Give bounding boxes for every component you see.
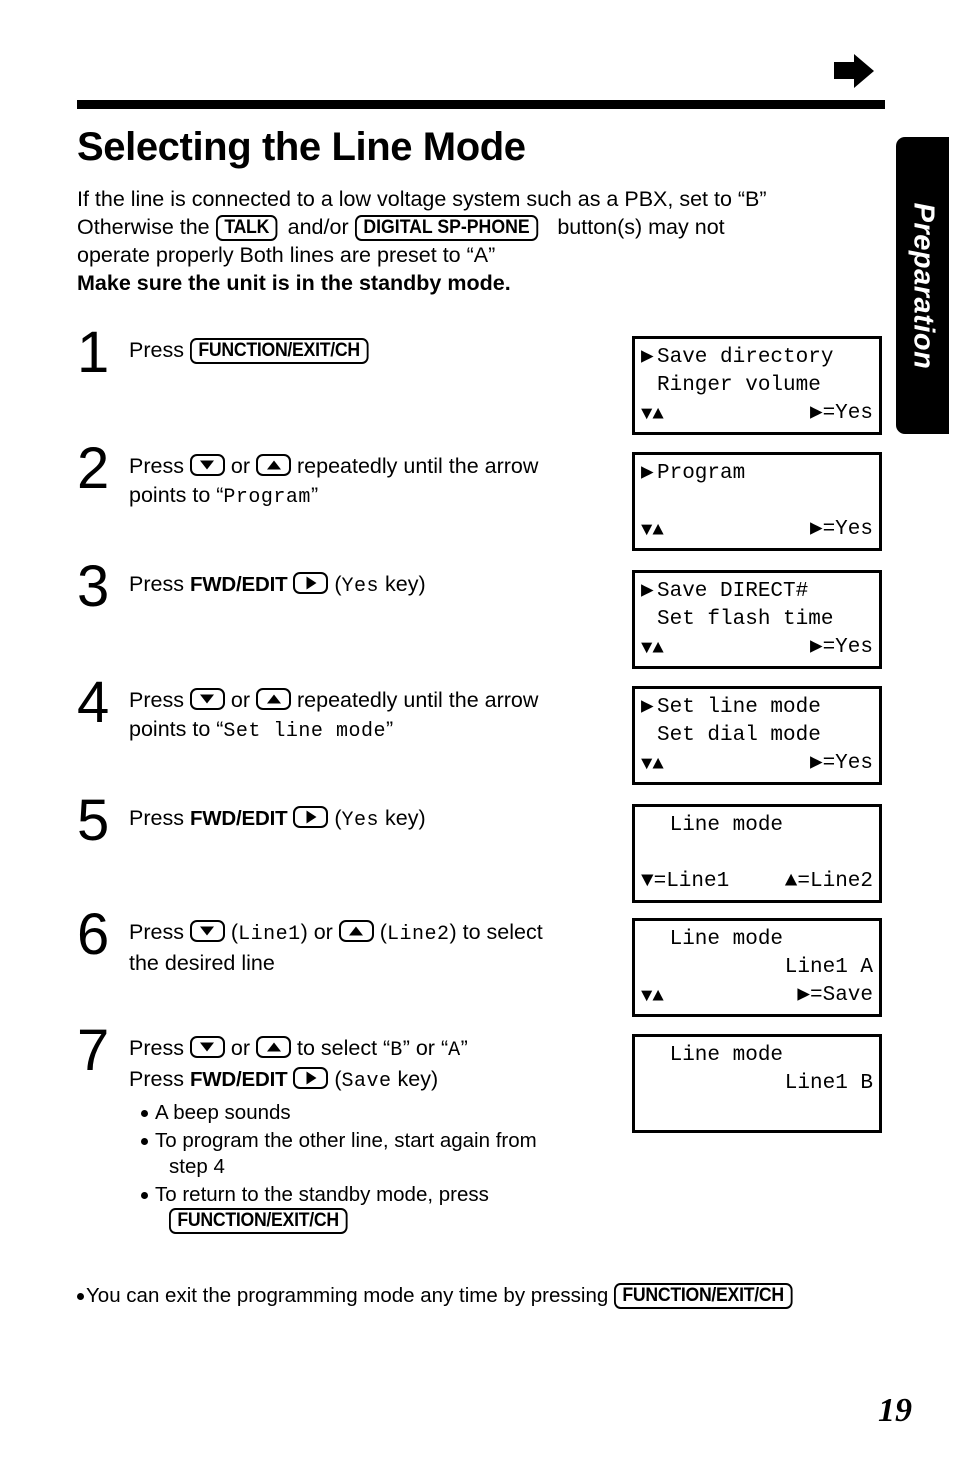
display-line2-hint: ▲=Line2 [784,870,873,893]
display-cursor-arrow-icon: ▶ [641,462,654,485]
display-cursor-arrow-icon: ▶ [641,696,654,719]
display-cursor-arrow-icon: ▶ [641,580,654,603]
display-step-1: ▶ Save directory Ringer volume ▼▲ ▶=Yes [632,336,882,435]
page-title: Selecting the Line Mode [77,125,526,169]
step-number: 3 [77,554,110,619]
display-current-value: Line1 B [784,1072,873,1095]
step-3: 3 Press FWD/EDIT (Yes key) [77,558,622,616]
step-1: 1 Press FUNCTION/EXIT/CH [77,324,622,382]
step-text: Press or to select “B” or “A” Press FWD/… [129,1034,622,1235]
header-rule [77,100,885,109]
step-number: 7 [77,1018,110,1083]
yes-key-label: Yes [341,809,380,832]
list-item: To return to the standby mode, press FUN… [141,1182,622,1235]
right-arrow-key[interactable] [293,806,329,828]
display-updown-icon: ▼▲ [641,753,664,775]
right-arrow-key[interactable] [293,1067,329,1089]
display-yes-hint: ▶=Yes [809,518,873,541]
line1-label: Line1 [238,923,301,946]
up-arrow-key[interactable] [256,688,292,710]
mode-a-label: A [448,1039,461,1062]
step-6: 6 Press (Line1) or (Line2) to select the… [77,906,622,978]
display-step-3: ▶ Save DIRECT# Set flash time ▼▲ ▶=Yes [632,570,882,669]
down-arrow-key[interactable] [189,688,225,710]
up-arrow-key[interactable] [338,920,374,942]
yes-key-label: Yes [341,575,380,598]
step-text: Press (Line1) or (Line2) to select the d… [129,920,543,975]
step-number: 1 [77,320,110,385]
display-step-2: ▶ Program ▼▲ ▶=Yes [632,452,882,551]
function-exit-ch-button-keycap[interactable]: FUNCTION/EXIT/CH [169,1208,348,1234]
fwd-edit-label: FWD/EDIT [189,807,288,830]
step-7-notes: A beep sounds To program the other line,… [141,1100,622,1235]
display-updown-icon: ▼▲ [641,637,664,659]
step-number: 6 [77,902,110,967]
right-arrow-key[interactable] [293,572,329,594]
display-cursor-arrow-icon: ▶ [641,346,654,369]
step-text: Press or repeatedly until the arrow poin… [129,688,539,743]
bullet-dot-icon [141,1110,148,1117]
digital-sp-phone-button-keycap[interactable]: DIGITAL SP-PHONE [354,215,538,241]
bullet-dot-icon [141,1137,148,1145]
display-line1-hint: ▼=Line1 [641,870,730,893]
bullet-dot-icon [77,1293,84,1300]
up-arrow-key[interactable] [256,454,292,476]
fwd-edit-label: FWD/EDIT [189,573,288,596]
function-exit-ch-button-keycap[interactable]: FUNCTION/EXIT/CH [189,338,369,364]
down-arrow-key[interactable] [189,1036,225,1058]
right-arrow-marker-icon [832,52,876,90]
up-arrow-key[interactable] [256,1036,292,1058]
intro-line-3: operate properly Both lines are preset t… [77,243,496,267]
display-save-hint: ▶=Save [797,984,873,1007]
list-item: To program the other line, start again f… [141,1128,622,1181]
bullet-dot-icon [141,1191,148,1199]
step-7: 7 Press or to select “B” or “A” Press FW… [77,1022,622,1236]
display-step-5: Line mode ▼=Line1 ▲=Line2 [632,804,882,903]
footer-note: You can exit the programming mode any ti… [77,1283,887,1309]
down-arrow-key[interactable] [189,920,225,942]
step-text: Press or repeatedly until the arrow poin… [129,454,539,509]
page-number: 19 [878,1392,912,1429]
display-yes-hint: ▶=Yes [809,402,873,425]
display-step-4: ▶ Set line mode Set dial mode ▼▲ ▶=Yes [632,686,882,785]
menu-item-name: Program [223,486,311,509]
line2-label: Line2 [386,923,450,946]
fwd-edit-label: FWD/EDIT [189,1068,288,1091]
step-text: Press FWD/EDIT (Yes key) [129,806,426,832]
step-number: 5 [77,788,110,853]
intro-line-4: Make sure the unit is in the standby mod… [77,271,511,295]
function-exit-ch-button-keycap[interactable]: FUNCTION/EXIT/CH [613,1283,793,1309]
step-number: 4 [77,670,110,735]
step-5: 5 Press FWD/EDIT (Yes key) [77,792,622,850]
menu-item-name: Set line mode [223,720,386,743]
intro-line-1: If the line is connected to a low voltag… [77,187,767,211]
section-tab-preparation: Preparation [896,137,949,434]
display-updown-icon: ▼▲ [641,403,664,425]
step-text: Press FUNCTION/EXIT/CH [129,336,622,365]
intro-paragraph: If the line is connected to a low voltag… [77,185,877,297]
intro-line-2: Otherwise the TALK and/or DIGITAL SP-PHO… [77,215,725,241]
mode-b-label: B [390,1039,403,1062]
display-yes-hint: ▶=Yes [809,636,873,659]
display-updown-icon: ▼▲ [641,519,664,541]
step-number: 2 [77,436,110,501]
step-4: 4 Press or repeatedly until the arrow po… [77,674,622,746]
section-tab-label: Preparation [907,202,939,369]
display-step-7: Line mode Line1 B [632,1034,882,1133]
talk-button-keycap[interactable]: TALK [215,215,278,241]
list-item: A beep sounds [141,1100,622,1127]
display-current-value: Line1 A [784,956,873,979]
down-arrow-key[interactable] [189,454,225,476]
step-2: 2 Press or repeatedly until the arrow po… [77,440,622,512]
display-yes-hint: ▶=Yes [809,752,873,775]
save-key-label: Save [341,1070,392,1093]
display-updown-icon: ▼▲ [641,985,664,1007]
display-step-6: Line mode Line1 A ▼▲ ▶=Save [632,918,882,1017]
step-text: Press FWD/EDIT (Yes key) [129,572,426,598]
